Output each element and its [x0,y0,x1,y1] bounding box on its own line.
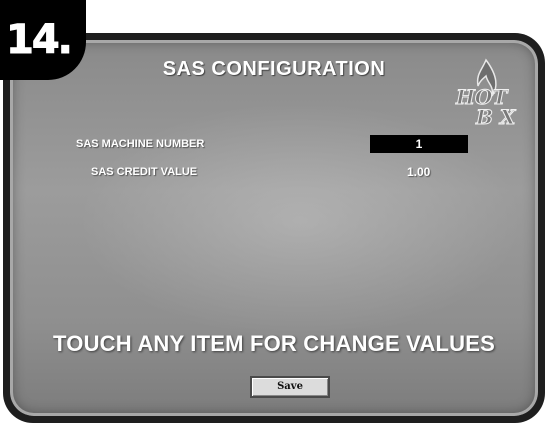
logo-text-box: B X [475,105,517,128]
touch-screen: SAS CONFIGURATION HOT B X SAS MACHINE NU… [10,40,538,416]
hotbox-logo: HOT B X [455,58,517,128]
step-number-badge: 14. [0,0,86,80]
sas-credit-value-label[interactable]: SAS CREDIT VALUE [91,166,197,178]
sas-machine-number-value[interactable]: 1 [370,135,468,153]
instruction-text: TOUCH ANY ITEM FOR CHANGE VALUES [53,331,495,356]
save-button[interactable]: Save [250,376,330,398]
sas-credit-value-value[interactable]: 1.00 [407,165,430,179]
sas-machine-number-label[interactable]: SAS MACHINE NUMBER [76,138,204,150]
